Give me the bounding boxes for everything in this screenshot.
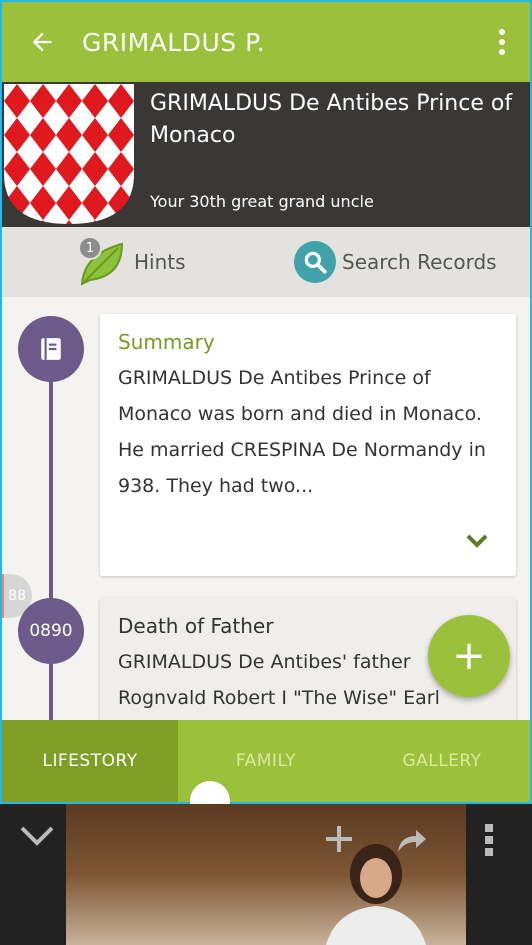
profile-header: GRIMALDUS De Antibes Prince of Monaco Yo…	[2, 82, 530, 227]
overflow-menu-button[interactable]	[474, 2, 530, 82]
app-bar: GRIMALDUS P.	[2, 2, 530, 82]
arrow-left-icon	[32, 32, 52, 52]
plus-icon[interactable]	[324, 824, 354, 854]
event-year: 0890	[29, 621, 73, 641]
summary-text: GRIMALDUS De Antibes Prince of Monaco wa…	[118, 367, 486, 497]
add-fab-button[interactable]: +	[428, 615, 510, 697]
leaf-icon: 1	[76, 236, 128, 288]
event-year-node: 0890	[18, 598, 84, 664]
hints-count-badge: 1	[78, 236, 102, 260]
book-icon	[41, 338, 61, 360]
chevron-down-icon[interactable]	[466, 534, 488, 548]
timeline-line	[49, 342, 53, 742]
tab-lifestory[interactable]: LIFESTORY	[2, 720, 178, 802]
share-icon[interactable]	[396, 828, 428, 854]
actions-bar: 1 Hints Search Records	[2, 227, 530, 297]
person-name: GRIMALDUS De Antibes Prince of Monaco	[150, 91, 513, 148]
monaco-crest-image[interactable]	[4, 84, 134, 224]
search-records-button[interactable]: Search Records	[294, 241, 497, 283]
back-button[interactable]	[2, 2, 82, 82]
search-icon	[294, 241, 336, 283]
bottom-tabs: LIFESTORY FAMILY GALLERY	[2, 720, 530, 802]
summary-card[interactable]: Summary GRIMALDUS De Antibes Prince of M…	[100, 314, 516, 576]
hints-label: Hints	[134, 250, 186, 274]
hints-button[interactable]: 1 Hints	[76, 233, 206, 291]
summary-heading: Summary	[118, 330, 215, 354]
side-tab-count: 88	[8, 588, 26, 604]
app-frame: GRIMALDUS P. GRIMALDUS De Antibes Prince…	[0, 0, 532, 804]
camera-preview-image	[66, 804, 466, 945]
more-vertical-icon	[499, 29, 505, 55]
chevron-down-icon[interactable]	[20, 826, 54, 846]
tab-gallery[interactable]: GALLERY	[354, 720, 530, 802]
video-overlay	[0, 804, 532, 945]
more-vertical-icon[interactable]	[484, 824, 494, 856]
relationship-label: Your 30th great grand uncle	[150, 192, 374, 211]
summary-node	[18, 316, 84, 382]
side-tab-accent	[2, 574, 4, 618]
page-title: GRIMALDUS P.	[82, 27, 266, 57]
search-records-label: Search Records	[342, 250, 497, 274]
